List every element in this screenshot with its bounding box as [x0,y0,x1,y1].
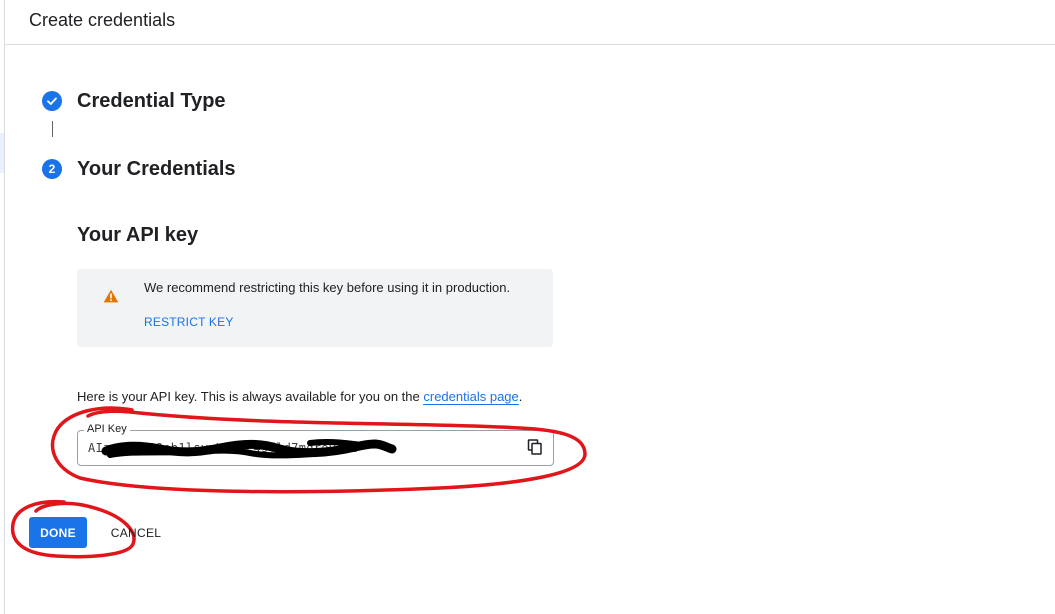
step-label: Your Credentials [77,158,236,180]
section-title: Your API key [77,224,199,246]
info-prefix: Here is your API key. This is always ava… [77,389,424,404]
info-suffix: . [518,389,523,404]
panel-left-border [4,0,5,614]
api-key-label: API Key [84,422,130,436]
credentials-page-link[interactable]: credentials page [423,389,519,405]
cancel-button[interactable]: CANCEL [107,517,165,548]
warning-message: We recommend restricting this key before… [144,280,511,295]
copy-icon[interactable] [527,439,543,455]
step-connector [52,121,53,137]
step-your-credentials[interactable]: 2 Your Credentials [42,157,236,181]
api-key-info-text: Here is your API key. This is always ava… [77,389,522,405]
panel-header: Create credentials [5,0,1055,45]
api-key-value[interactable]: AIzaSyCZQ9eb1lsvyKWANc4sfld7mqrevdN8 [88,440,359,456]
warning-icon [103,289,119,303]
sidebar-edge-highlight [0,133,4,173]
check-icon [42,91,62,111]
create-credentials-panel: Create credentials Credential Type 2 You… [0,0,1055,614]
restrict-key-link[interactable]: RESTRICT KEY [144,314,234,330]
api-key-field[interactable]: API Key AIzaSyCZQ9eb1lsvyKWANc4sfld7mqre… [77,422,554,466]
step-number-badge: 2 [42,159,62,179]
step-label: Credential Type [77,90,226,112]
warning-callout: We recommend restricting this key before… [77,269,553,347]
page-title: Create credentials [29,10,176,30]
done-button[interactable]: DONE [29,517,87,548]
step-credential-type[interactable]: Credential Type [42,89,226,113]
